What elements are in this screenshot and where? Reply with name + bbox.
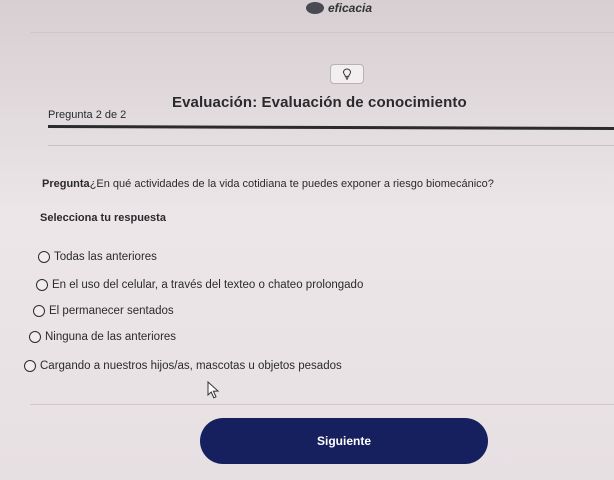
radio-icon[interactable] <box>36 279 48 291</box>
brand-logo: eficacia <box>306 1 372 15</box>
section-divider <box>48 125 614 130</box>
answer-option-label: En el uso del celular, a través del text… <box>52 279 364 291</box>
answer-option[interactable]: El permanecer sentados <box>33 305 174 317</box>
footer-divider <box>30 404 614 405</box>
brand-name: eficacia <box>328 1 373 15</box>
header-divider <box>30 32 614 33</box>
answer-option[interactable]: Todas las anteriores <box>38 251 157 263</box>
radio-icon[interactable] <box>24 360 36 372</box>
answer-option[interactable]: Ninguna de las anteriores <box>29 331 176 343</box>
question-counter: Pregunta 2 de 2 <box>48 109 127 121</box>
question: Pregunta¿En qué actividades de la vida c… <box>42 178 494 190</box>
section-subdivider <box>48 145 614 146</box>
next-button[interactable]: Siguiente <box>200 418 488 464</box>
mouse-cursor-icon <box>207 380 221 404</box>
question-label: Pregunta <box>42 178 90 190</box>
answer-option-label: Ninguna de las anteriores <box>45 331 177 343</box>
answer-option[interactable]: En el uso del celular, a través del text… <box>36 279 363 291</box>
answer-option-label: El permanecer sentados <box>49 305 174 317</box>
select-answer-label: Selecciona tu respuesta <box>40 212 166 224</box>
evaluation-title: Evaluación: Evaluación de conocimiento <box>172 94 467 111</box>
answer-option[interactable]: Cargando a nuestros hijos/as, mascotas u… <box>24 360 342 372</box>
radio-icon[interactable] <box>38 251 50 263</box>
hint-button[interactable] <box>330 64 364 84</box>
radio-icon[interactable] <box>33 305 45 317</box>
answer-option-label: Todas las anteriores <box>54 251 157 263</box>
lightbulb-icon <box>343 68 351 80</box>
brand-logo-icon <box>306 2 324 14</box>
radio-icon[interactable] <box>29 331 41 343</box>
answer-option-label: Cargando a nuestros hijos/as, mascotas u… <box>40 360 342 372</box>
question-text: ¿En qué actividades de la vida cotidiana… <box>89 178 494 190</box>
